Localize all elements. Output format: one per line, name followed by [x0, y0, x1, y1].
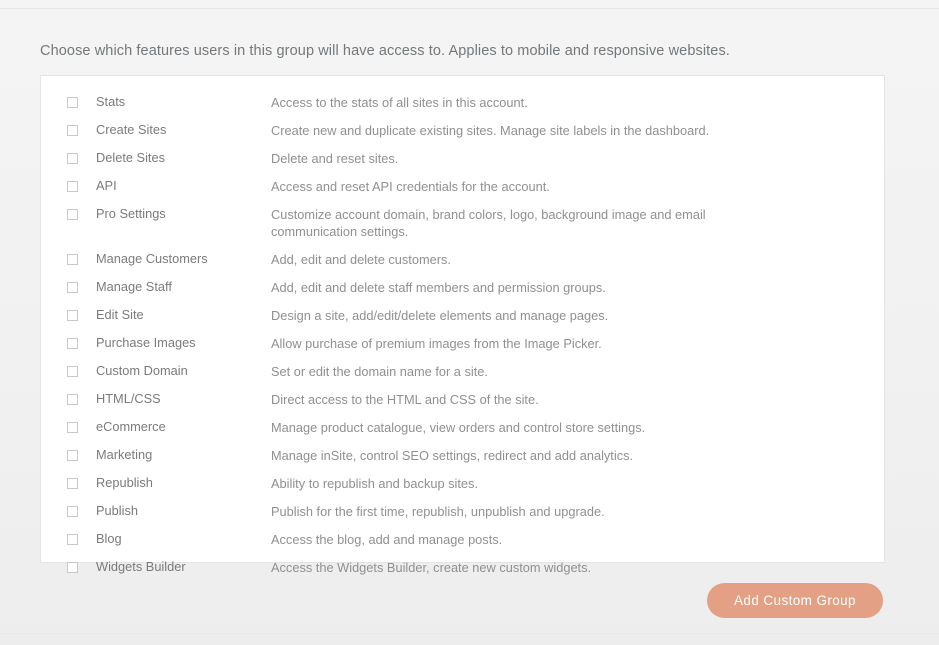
permission-checkbox[interactable] — [67, 209, 78, 220]
permission-description: Add, edit and delete customers. — [271, 251, 451, 267]
permission-description: Access the blog, add and manage posts. — [271, 531, 503, 547]
permission-label: Purchase Images — [96, 334, 196, 350]
permission-row: Stats Access to the stats of all sites in… — [67, 95, 870, 112]
permission-label: eCommerce — [96, 418, 166, 434]
permission-description: Set or edit the domain name for a site. — [271, 363, 488, 379]
checkbox-cell — [67, 560, 96, 573]
permission-checkbox[interactable] — [67, 505, 78, 517]
permissions-list: Stats Access to the stats of all sites in… — [67, 95, 870, 588]
permission-checkbox[interactable] — [67, 281, 78, 293]
permission-label: Create Sites — [96, 122, 167, 137]
permission-label: Republish — [96, 474, 153, 490]
permission-checkbox[interactable] — [67, 449, 78, 461]
checkbox-cell — [67, 420, 96, 433]
permission-label: Delete Sites — [96, 150, 165, 165]
checkbox-cell — [67, 179, 96, 192]
permission-label: Manage Staff — [96, 278, 172, 294]
page-title: Choose which features users in this grou… — [40, 43, 730, 59]
permission-row: Widgets Builder Access the Widgets Builde… — [67, 558, 870, 577]
permission-description: Access to the stats of all sites in this… — [271, 95, 528, 110]
permission-label: Pro Settings — [96, 206, 166, 221]
checkbox-cell — [67, 123, 96, 136]
permission-label: HTML/CSS — [96, 390, 161, 406]
permission-description: Delete and reset sites. — [271, 151, 399, 166]
permission-description: Manage product catalogue, view orders an… — [271, 419, 646, 435]
permission-label: Widgets Builder — [96, 558, 186, 574]
permission-description: Customize account domain, brand colors, … — [271, 207, 706, 239]
permission-description: Access and reset API credentials for the… — [271, 179, 550, 194]
permission-label: Blog — [96, 530, 122, 546]
permission-checkbox[interactable] — [67, 153, 78, 164]
checkbox-cell — [67, 476, 96, 489]
checkbox-cell — [67, 252, 96, 265]
permission-checkbox[interactable] — [67, 181, 78, 192]
permission-label: Edit Site — [96, 306, 144, 322]
checkbox-cell — [67, 95, 96, 108]
permission-description: Allow purchase of premium images from th… — [271, 335, 602, 351]
checkbox-cell — [67, 280, 96, 293]
permission-checkbox[interactable] — [67, 421, 78, 433]
permission-description: Design a site, add/edit/delete elements … — [271, 307, 609, 323]
permission-row: Pro Settings Customize account domain, br… — [67, 207, 870, 240]
permission-row: Custom Domain Set or edit the domain name… — [67, 362, 870, 381]
checkbox-cell — [67, 336, 96, 349]
checkbox-cell — [67, 532, 96, 545]
permission-description: Access the Widgets Builder, create new c… — [271, 559, 592, 575]
bottom-divider — [0, 633, 939, 634]
permission-row: HTML/CSS Direct access to the HTML and CS… — [67, 390, 870, 409]
permission-row: Create Sites Create new and duplicate exi… — [67, 123, 870, 140]
add-custom-group-button[interactable]: Add Custom Group — [707, 583, 883, 618]
permission-label: Publish — [96, 502, 138, 518]
permission-checkbox[interactable] — [67, 253, 78, 265]
checkbox-cell — [67, 207, 96, 220]
checkbox-cell — [67, 364, 96, 377]
permission-row: eCommerce Manage product catalogue, view … — [67, 418, 870, 437]
permission-row: Blog Access the blog, add and manage post… — [67, 530, 870, 549]
permission-checkbox[interactable] — [67, 97, 78, 108]
permission-row: Marketing Manage inSite, control SEO sett… — [67, 446, 870, 465]
permission-label: Marketing — [96, 446, 153, 462]
permission-description: Manage inSite, control SEO settings, red… — [271, 447, 634, 463]
permission-label: Manage Customers — [96, 250, 208, 266]
permission-checkbox[interactable] — [67, 561, 78, 573]
permission-checkbox[interactable] — [67, 477, 78, 489]
permission-row: Publish Publish for the first time, repub… — [67, 502, 870, 521]
permission-checkbox[interactable] — [67, 337, 78, 349]
permission-description: Publish for the first time, republish, u… — [271, 503, 605, 519]
permission-checkbox[interactable] — [67, 125, 78, 136]
permission-row: Manage Staff Add, edit and delete staff m… — [67, 278, 870, 297]
page-background: Choose which features users in this grou… — [0, 0, 939, 645]
permission-row: Manage Customers Add, edit and delete cus… — [67, 250, 870, 269]
permissions-card: Stats Access to the stats of all sites in… — [40, 75, 885, 575]
top-divider — [0, 8, 939, 9]
permission-description: Create new and duplicate existing sites.… — [271, 123, 710, 138]
checkbox-cell — [67, 504, 96, 517]
permission-label: Stats — [96, 94, 126, 109]
permission-checkbox[interactable] — [67, 365, 78, 377]
permission-label: Custom Domain — [96, 362, 188, 378]
permission-row: Edit Site Design a site, add/edit/delete … — [67, 306, 870, 325]
checkbox-cell — [67, 448, 96, 461]
permission-row: Purchase Images Allow purchase of premium… — [67, 334, 870, 353]
checkbox-cell — [67, 308, 96, 321]
permission-checkbox[interactable] — [67, 533, 78, 545]
permission-label: API — [96, 178, 117, 193]
permission-row: API Access and reset API credentials for … — [67, 179, 870, 196]
permission-row: Delete Sites Delete and reset sites. — [67, 151, 870, 168]
permission-description: Direct access to the HTML and CSS of the… — [271, 391, 539, 407]
permission-description: Ability to republish and backup sites. — [271, 475, 478, 491]
checkbox-cell — [67, 392, 96, 405]
permission-description: Add, edit and delete staff members and p… — [271, 279, 606, 295]
permission-checkbox[interactable] — [67, 309, 78, 321]
checkbox-cell — [67, 151, 96, 164]
permission-row: Republish Ability to republish and backup… — [67, 474, 870, 493]
permission-checkbox[interactable] — [67, 393, 78, 405]
